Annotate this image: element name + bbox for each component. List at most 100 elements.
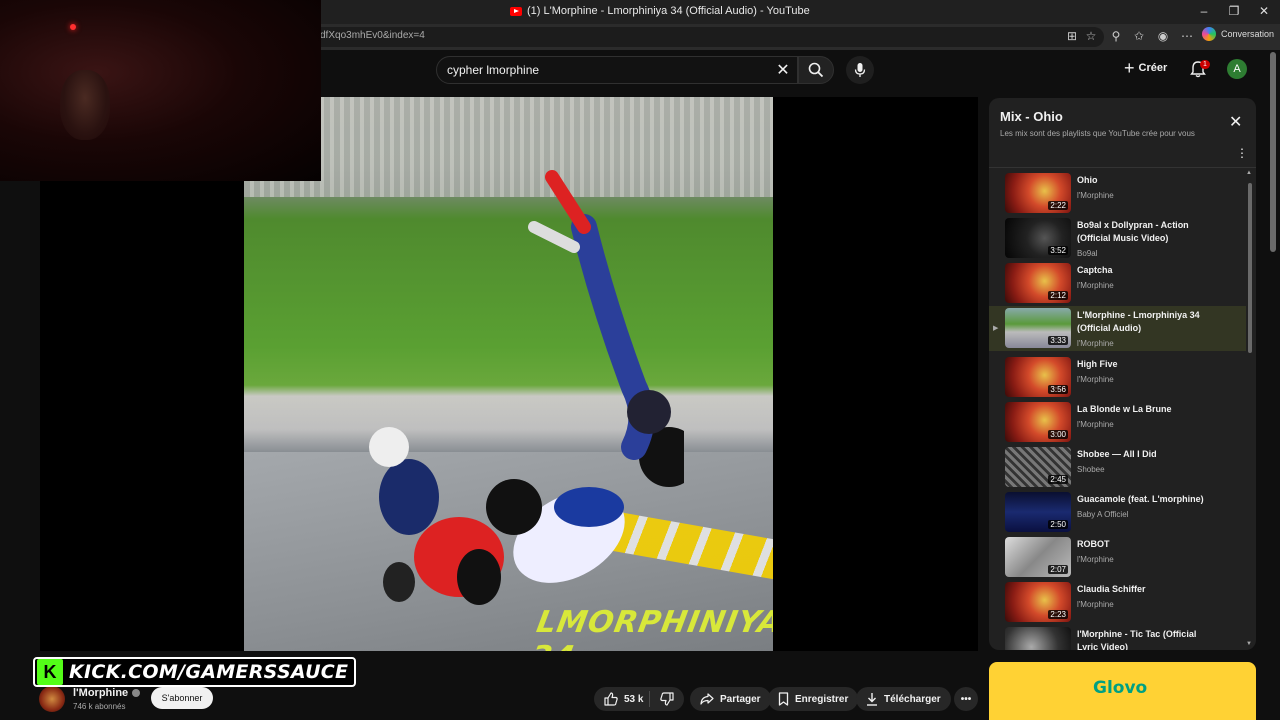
- scroll-up-icon[interactable]: ▲: [1246, 170, 1252, 176]
- save-label: Enregistrer: [795, 693, 849, 705]
- close-playlist-icon[interactable]: ✕: [1229, 112, 1242, 132]
- crashing-motorbike: [486, 170, 684, 583]
- playlist-item-channel: l'Morphine: [1077, 281, 1114, 290]
- playlist-item-title: Shobee — All I Did: [1077, 449, 1157, 459]
- dislike-button[interactable]: [650, 692, 674, 706]
- subscribe-button[interactable]: S'abonner: [151, 687, 213, 709]
- playlist-item-channel: Shobee: [1077, 465, 1105, 474]
- playlist-item[interactable]: 2:12 Captcha l'Morphine: [989, 261, 1246, 306]
- like-button[interactable]: 53 k: [594, 691, 650, 707]
- webcam-overlay: [0, 0, 321, 181]
- playlist-item-title: Claudia Schiffer: [1077, 584, 1146, 594]
- duration-badge: 2:45: [1048, 475, 1068, 484]
- ad-brand-logo: Glovo: [1093, 678, 1148, 698]
- video-thumbnail: 2:22: [1005, 173, 1071, 213]
- save-button[interactable]: Enregistrer: [768, 687, 859, 711]
- subscriber-count: 746 k abonnés: [73, 702, 126, 711]
- video-thumbnail: [1005, 627, 1071, 650]
- search-input[interactable]: [447, 62, 767, 78]
- video-thumbnail: 3:33: [1005, 308, 1071, 348]
- video-thumbnail: 2:50: [1005, 492, 1071, 532]
- page-scrollbar[interactable]: [1270, 52, 1276, 252]
- playlist-item-channel: Bo9al: [1077, 249, 1098, 258]
- channel-name-link[interactable]: l'Morphine: [73, 687, 141, 699]
- share-button[interactable]: Partager: [690, 687, 771, 711]
- playlist-item-title: Bo9al x Dollypran - Action (Official Mus…: [1077, 220, 1189, 243]
- playlist-header: Mix - Ohio Les mix sont des playlists qu…: [989, 98, 1256, 168]
- create-label: Créer: [1138, 62, 1168, 74]
- more-options-icon[interactable]: ⋮: [1236, 146, 1248, 160]
- duration-badge: 2:07: [1048, 565, 1068, 574]
- copilot-label: Conversation: [1221, 29, 1275, 39]
- plus-icon: +: [1124, 58, 1135, 78]
- favorites-icon[interactable]: ✩: [1131, 29, 1147, 43]
- minimize-icon[interactable]: –: [1194, 4, 1214, 18]
- scroll-down-icon[interactable]: ▼: [1246, 641, 1252, 647]
- account-avatar[interactable]: A: [1227, 59, 1247, 79]
- like-count: 53 k: [624, 693, 644, 705]
- microphone-icon: [854, 63, 866, 77]
- playlist-item[interactable]: 2:45 Shobee — All I Did Shobee: [989, 445, 1246, 490]
- playlist-item[interactable]: 3:00 La Blonde w La Brune l'Morphine: [989, 400, 1246, 445]
- clear-search-icon[interactable]: ✕: [776, 60, 790, 80]
- playlist-scrollbar[interactable]: [1248, 183, 1252, 353]
- create-button[interactable]: + Créer: [1124, 58, 1168, 78]
- notification-badge: 1: [1200, 60, 1210, 69]
- bookmark-icon: [778, 692, 789, 706]
- duration-badge: 3:52: [1048, 246, 1068, 255]
- playlist-item[interactable]: 2:07 ROBOT l'Morphine: [989, 535, 1246, 580]
- search-icon: [808, 62, 824, 78]
- more-actions-button[interactable]: •••: [954, 687, 978, 711]
- channel-avatar[interactable]: [39, 686, 65, 712]
- thumbs-down-icon: [660, 692, 674, 706]
- kick-stream-banner: K KICK.COM/GAMERSSAUCE: [33, 657, 357, 687]
- video-thumbnail: 3:56: [1005, 357, 1071, 397]
- playlist-title[interactable]: Mix - Ohio: [1000, 109, 1063, 124]
- profile-icon[interactable]: ◉: [1155, 29, 1171, 43]
- playlist-item[interactable]: 2:23 Claudia Schiffer l'Morphine: [989, 580, 1246, 625]
- download-button[interactable]: Télécharger: [856, 687, 951, 711]
- duration-badge: 3:00: [1048, 430, 1068, 439]
- more-horizontal-icon: •••: [960, 693, 972, 705]
- share-arrow-icon: [700, 693, 714, 705]
- kick-logo-icon: K: [37, 659, 63, 685]
- url-text[interactable]: dfXqo3mhEv0&index=4: [320, 30, 425, 41]
- duration-badge: 3:56: [1048, 385, 1068, 394]
- duration-badge: 2:50: [1048, 520, 1068, 529]
- playlist-item[interactable]: 3:56 High Five l'Morphine: [989, 355, 1246, 400]
- search-button[interactable]: [798, 56, 834, 84]
- extensions-icon[interactable]: ⚲: [1108, 29, 1124, 43]
- browser-menu-icon[interactable]: ⋯: [1179, 29, 1195, 43]
- share-label: Partager: [720, 693, 761, 705]
- playlist-item[interactable]: 2:22 Ohio l'Morphine: [989, 171, 1246, 216]
- playlist-item-channel: l'Morphine: [1077, 375, 1114, 384]
- playlist-item[interactable]: 2:50 Guacamole (feat. L'morphine) Baby A…: [989, 490, 1246, 535]
- playlist-item-channel: l'Morphine: [1077, 555, 1114, 564]
- favorite-star-icon[interactable]: ☆: [1083, 29, 1099, 43]
- playlist-item-channel: l'Morphine: [1077, 420, 1114, 429]
- video-thumbnail: 3:52: [1005, 218, 1071, 258]
- video-frame[interactable]: LMORPHINIYA 34: [244, 97, 773, 651]
- now-playing-icon: ▶: [993, 325, 999, 332]
- voice-search-button[interactable]: [846, 56, 874, 84]
- playlist-item-title: l'Morphine - Tic Tac (Official Lyric Vid…: [1077, 629, 1197, 650]
- app-available-icon[interactable]: ⊞: [1064, 29, 1080, 43]
- video-caption-overlay: LMORPHINIYA 34: [528, 605, 773, 651]
- close-window-icon[interactable]: ✕: [1254, 4, 1274, 18]
- tab-title[interactable]: (1) L'Morphine - Lmorphiniya 34 (Officia…: [510, 5, 810, 17]
- playlist-item-now-playing[interactable]: ▶ 3:33 L'Morphine - Lmorphiniya 34 (Offi…: [989, 306, 1246, 351]
- video-thumbnail: 2:45: [1005, 447, 1071, 487]
- playlist-item-title: High Five: [1077, 359, 1118, 369]
- playlist-item-channel: Baby A Officiel: [1077, 510, 1129, 519]
- playlist-item-title: La Blonde w La Brune: [1077, 404, 1172, 414]
- copilot-icon: [1202, 27, 1216, 41]
- playlist-item[interactable]: 3:52 Bo9al x Dollypran - Action (Officia…: [989, 216, 1246, 261]
- search-box: [436, 56, 798, 84]
- playlist-item[interactable]: l'Morphine - Tic Tac (Official Lyric Vid…: [989, 625, 1246, 650]
- ad-banner[interactable]: Glovo: [989, 662, 1256, 720]
- copilot-button[interactable]: Conversation: [1202, 27, 1274, 41]
- video-thumbnail: 3:00: [1005, 402, 1071, 442]
- kick-url: KICK.COM/GAMERSSAUCE: [69, 661, 349, 683]
- duration-badge: 2:12: [1048, 291, 1068, 300]
- maximize-icon[interactable]: ❐: [1224, 4, 1244, 18]
